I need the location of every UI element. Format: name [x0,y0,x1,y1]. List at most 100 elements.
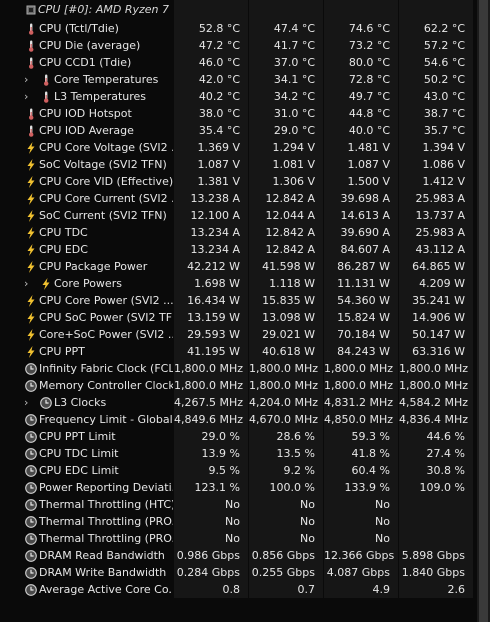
sensor-label: CPU PPT Limit [23,428,173,445]
minimum-value: 12.842 A [249,224,323,241]
sensor-row[interactable]: Memory Controller Clock ...1,800.0 MHz1,… [0,377,490,394]
sensor-row[interactable]: CPU IOD Average 35.4 °C 29.0 °C 40.0 °C 35.7… [0,122,490,139]
sensor-row[interactable]: Power Reporting Deviati... 123.1 % 100.0 %… [0,479,490,496]
average-value: 38.7 °C [399,105,473,122]
average-value: 1.412 V [399,173,473,190]
sensor-label-text: SoC Voltage (SVI2 TFN) [39,158,167,171]
sensor-label-text: L3 Temperatures [54,90,147,103]
sensor-row[interactable]: CPU TDC Limit 13.9 % 13.5 % 41.8 % 27.4 % [0,445,490,462]
minimum-value: 4,670.0 MHz [249,411,323,428]
average-value: 13.737 A [399,207,473,224]
average-value: 63.316 W [399,343,473,360]
minimum-value: 37.0 °C [249,54,323,71]
maximum-value: 80.0 °C [324,54,398,71]
sensor-label: Thermal Throttling (PRO... [23,513,173,530]
group-current-blank [174,0,248,20]
expand-chevron-icon[interactable]: › [24,71,34,88]
group-title: CPU [#0]: AMD Ryzen 7 ... [38,3,173,16]
maximum-value: 41.8 % [324,445,398,462]
sensor-row[interactable]: › L3 Clocks 4,267.5 MHz 4,204.0 MHz 4,831.2 … [0,394,490,411]
sensor-row[interactable]: Infinity Fabric Clock (FCLK) 1,800.0 MHz 1… [0,360,490,377]
sensor-group-header[interactable]: CPU [#0]: AMD Ryzen 7 ... [0,0,490,20]
minimum-value: 12.842 A [249,241,323,258]
sensor-row[interactable]: CPU PPT 41.195 W 40.618 W 84.243 W 63.316 W [0,343,490,360]
minimum-value: 1.294 V [249,139,323,156]
sensor-row[interactable]: CPU TDC 13.234 A 12.842 A 39.690 A 25.983 A [0,224,490,241]
sensor-row[interactable]: Thermal Throttling (PRO... No No No [0,513,490,530]
sensor-label-text: Core Temperatures [54,73,159,86]
sensor-label-text: SoC Current (SVI2 TFN) [39,209,167,222]
sensor-row[interactable]: CPU CCD1 (Tdie) 46.0 °C 37.0 °C 80.0 °C 54.6… [0,54,490,71]
current-value: 1.698 W [174,275,248,292]
sensor-row[interactable]: CPU EDC 13.234 A 12.842 A 84.607 A 43.112 A [0,241,490,258]
average-value: 57.2 °C [399,37,473,54]
sensor-row[interactable]: SoC Voltage (SVI2 TFN) 1.087 V 1.081 V 1.08… [0,156,490,173]
sensor-label-text: Thermal Throttling (PRO... [39,532,173,545]
sensor-label: CPU Package Power [23,258,173,275]
sensor-row[interactable]: CPU Core VID (Effective) 1.381 V 1.306 V 1.… [0,173,490,190]
sensor-label: CPU Core Voltage (SVI2 ... [23,139,173,156]
average-value: 35.7 °C [399,122,473,139]
sensor-row[interactable]: Frequency Limit - Global 4,849.6 MHz 4,670… [0,411,490,428]
sensor-label: L3 Temperatures [38,88,173,105]
sensor-label-text: Thermal Throttling (PRO... [39,515,173,528]
current-value: 1.087 V [174,156,248,173]
expand-chevron-icon[interactable]: › [24,275,34,292]
sensor-row[interactable]: CPU Die (average) 47.2 °C 41.7 °C 73.2 °C 57… [0,37,490,54]
sensor-row[interactable]: › L3 Temperatures 40.2 °C 34.2 °C 49.7 °C 43.… [0,88,490,105]
minimum-value: 34.2 °C [249,88,323,105]
sensor-row[interactable]: CPU IOD Hotspot 38.0 °C 31.0 °C 44.8 °C 38.7… [0,105,490,122]
sensor-row[interactable]: DRAM Write Bandwidth 0.284 Gbps 0.255 Gbps… [0,564,490,581]
sensor-row[interactable]: DRAM Read Bandwidth 0.986 Gbps 0.856 Gbps 1… [0,547,490,564]
sensor-row[interactable]: CPU (Tctl/Tdie) 52.8 °C 47.4 °C 74.6 °C 62.2… [0,20,490,37]
current-value: 0.284 Gbps [174,564,248,581]
sensor-label: Power Reporting Deviati... [23,479,173,496]
sensor-row[interactable]: CPU Core Power (SVI2 ... 16.434 W 15.835 W… [0,292,490,309]
sensor-table: CPU [#0]: AMD Ryzen 7 ... CPU (Tctl/Tdie… [0,0,490,598]
minimum-value: 29.0 °C [249,122,323,139]
sensor-row[interactable]: Thermal Throttling (PRO... No No No [0,530,490,547]
sensor-row[interactable]: CPU Core Voltage (SVI2 ... 1.369 V 1.294 V… [0,139,490,156]
average-value: 50.147 W [399,326,473,343]
sensor-row[interactable]: Thermal Throttling (HTC) No No No [0,496,490,513]
current-value: 29.593 W [174,326,248,343]
average-value: 50.2 °C [399,71,473,88]
maximum-value: 74.6 °C [324,20,398,37]
sensor-row[interactable]: CPU PPT Limit 29.0 % 28.6 % 59.3 % 44.6 % [0,428,490,445]
maximum-value: No [324,513,398,530]
average-value: 64.865 W [399,258,473,275]
sensor-row[interactable]: SoC Current (SVI2 TFN) 12.100 A 12.044 A 14… [0,207,490,224]
sensor-label: CPU Core Power (SVI2 ... [23,292,173,309]
sensor-row[interactable]: Average Active Core Co... 0.8 0.7 4.9 2.6 [0,581,490,598]
maximum-value: 54.360 W [324,292,398,309]
sensor-row[interactable]: Core+SoC Power (SVI2 ... 29.593 W 29.021 W… [0,326,490,343]
vertical-scrollbar[interactable] [477,0,490,622]
sensor-label-text: Thermal Throttling (HTC) [39,498,173,511]
sensor-label: CPU EDC Limit [23,462,173,479]
average-value: 1,800.0 MHz [399,377,473,394]
minimum-value: 15.835 W [249,292,323,309]
minimum-value: 0.255 Gbps [249,564,323,581]
sensor-row[interactable]: CPU SoC Power (SVI2 TFN) 13.159 W 13.098 W… [0,309,490,326]
sensor-row[interactable]: › Core Powers 1.698 W 1.118 W 11.131 W 4.209 … [0,275,490,292]
current-value: 12.100 A [174,207,248,224]
sensor-label-text: CPU Core VID (Effective) [39,175,173,188]
current-value: 1.381 V [174,173,248,190]
sensor-row[interactable]: CPU Core Current (SVI2 ... 13.238 A 12.842… [0,190,490,207]
sensor-row[interactable]: › Core Temperatures 42.0 °C 34.1 °C 72.8 °C 5… [0,71,490,88]
sensor-label: Thermal Throttling (HTC) [23,496,173,513]
minimum-value: 12.842 A [249,190,323,207]
maximum-value: 60.4 % [324,462,398,479]
expand-chevron-icon[interactable]: › [24,394,34,411]
sensor-row[interactable]: CPU EDC Limit 9.5 % 9.2 % 60.4 % 30.8 % [0,462,490,479]
sensor-row[interactable]: CPU Package Power 42.212 W 41.598 W 86.287 … [0,258,490,275]
average-value: 43.0 °C [399,88,473,105]
sensor-label: Thermal Throttling (PRO... [23,530,173,547]
scrollbar-thumb[interactable] [479,0,488,622]
current-value: 1.369 V [174,139,248,156]
expand-chevron-icon[interactable]: › [24,88,34,105]
minimum-value: 1,800.0 MHz [249,377,323,394]
current-value: 47.2 °C [174,37,248,54]
sensor-label: DRAM Write Bandwidth [23,564,173,581]
average-value: 25.983 A [399,224,473,241]
